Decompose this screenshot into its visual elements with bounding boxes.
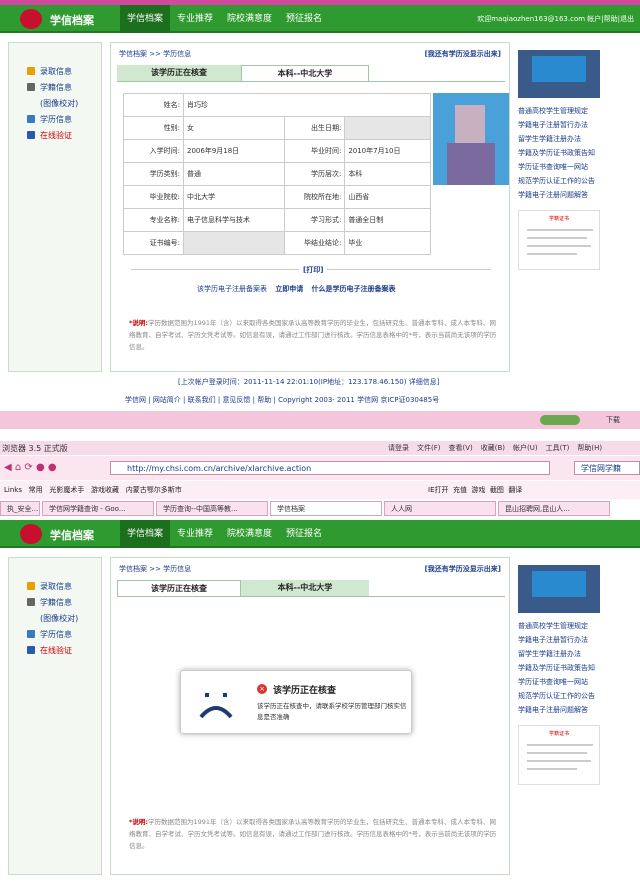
sad-face-icon [199, 693, 233, 719]
site-header: 学信档案 学信档案 专业推荐 院校满意度 预征报名 欢迎maqiaozhen16… [0, 5, 640, 33]
nav-school[interactable]: 院校满意度 [220, 5, 279, 33]
browser-title: 浏览器 3.5 正式版 [2, 444, 68, 453]
student-photo [433, 93, 509, 185]
sidebar: 录取信息 学籍信息 (图像校对) 学历信息 在线验证 [8, 42, 102, 372]
dialog-title: 该学历正在核查 [273, 686, 337, 696]
sidebar-item-roll[interactable]: 学籍信息 [9, 79, 101, 95]
birth-value [344, 116, 431, 140]
user-info[interactable]: 欢迎maqiaozhen163@163.com 帐户|帮助|退出 [477, 14, 634, 24]
download-label[interactable]: 下载 [606, 415, 620, 425]
reg-form-label: 该学历电子注册备案表 [197, 285, 267, 293]
search-box[interactable]: 学信网学籍 [574, 461, 640, 475]
right-links: 普通高校学生管理规定 学籍电子注册暂行办法 留学生学籍注册办法 学籍及学历证书政… [518, 107, 595, 199]
news-thumbnail[interactable] [518, 565, 600, 613]
note-text-2: *说明:学历数据范围为1991年（含）以来取得各类国家承认高等教育学历的毕业生，… [129, 818, 497, 850]
sidebar-item-degree[interactable]: 学历信息 [9, 111, 101, 127]
logo-icon [20, 524, 42, 544]
news-thumbnail[interactable] [518, 50, 600, 98]
browser-titlebar: 浏览器 3.5 正式版 请登录 文件(F) 查看(V) 收藏(B) 帐户(U) 工具(T)… [0, 441, 640, 455]
book-icon [27, 115, 35, 123]
record-table: 姓名: 肖巧珍 性别: 女出生日期: 入学时间: 2006年9月18日 毕业时间: 201… [123, 93, 431, 255]
site-header-2: 学信档案 学信档案 专业推荐 院校满意度 预征报名 [0, 520, 640, 548]
main-panel: 学信档案 >> 学历信息 [我还有学历没显示出来] 该学历正在核查 本科--中北… [110, 42, 510, 372]
nav-enlist[interactable]: 预征报名 [279, 5, 329, 33]
cert-value [182, 231, 286, 255]
certificate-thumbnail[interactable]: 学籍证书 [518, 210, 600, 270]
main-nav: 学信档案 专业推荐 院校满意度 预征报名 [120, 5, 329, 33]
verifying-dialog: × 该学历正在核查 该学历正在核查中，请联系学校学历管理部门核实信息是否准确 [180, 670, 412, 734]
name-value: 肖巧珍 [183, 93, 431, 117]
error-icon: × [257, 684, 267, 694]
nav-archive[interactable]: 学信档案 [120, 5, 171, 33]
browser-tabs: 执_安全... 学信网学籍查询 - Goo... 学历查询--中国高等教... 学信档… [0, 501, 640, 517]
print-link[interactable]: [打印] [299, 265, 328, 275]
note-text: *说明:学历数据范围为1991年（含）以来取得各类国家承认高等教育学历的毕业生，… [129, 319, 497, 351]
what-is-form-link[interactable]: 什么是学历电子注册备案表 [311, 285, 395, 293]
sidebar-item-photo[interactable]: (图像校对) [9, 95, 101, 111]
logo-text: 学信档案 [50, 14, 94, 27]
toggle-icon[interactable] [540, 415, 580, 425]
nav-buttons-icon[interactable]: ◀ ⌂ ⟳ ● ● [4, 462, 57, 473]
certificate-thumbnail[interactable]: 学籍证书 [518, 725, 600, 785]
missing-degree-link[interactable]: [我还有学历没显示出来] [425, 49, 501, 59]
verify-icon [27, 646, 35, 654]
sidebar-item-verify[interactable]: 在线验证 [9, 127, 101, 143]
breadcrumb[interactable]: 学信档案 >> 学历信息 [119, 49, 191, 59]
reg-links: 该学历电子注册备案表 立即申请 什么是学历电子注册备案表 [197, 284, 395, 294]
tab-verifying-active[interactable]: 该学历正在核查 [117, 580, 241, 596]
address-row: ◀ ⌂ ⟳ ● ● http://my.chsi.com.cn/archive/… [0, 456, 640, 480]
apply-now-link[interactable]: 立即申请 [275, 285, 303, 293]
book-icon [27, 630, 35, 638]
tab-bachelor[interactable]: 本科--中北大学 [241, 580, 369, 596]
footer-links: 学信网 | 网站简介 | 联系我们 | 意见反馈 | 帮助 | Copyrigh… [125, 396, 440, 404]
browser-menu: 请登录 文件(F) 查看(V) 收藏(B) 帐户(U) 工具(T) 帮助(H) [388, 444, 603, 452]
sidebar-item-admission[interactable]: 录取信息 [9, 63, 101, 79]
favorites-bar: Links 常用 光影魔术手 游戏收藏 内蒙古鄂尔多斯市 IE打开 充值 游戏 … [0, 481, 640, 499]
tab-verifying[interactable]: 该学历正在核查 [117, 65, 241, 81]
tab-bachelor[interactable]: 本科--中北大学 [241, 65, 369, 81]
nav-major[interactable]: 专业推荐 [170, 5, 220, 33]
doc-icon [27, 598, 35, 606]
address-bar[interactable]: http://my.chsi.com.cn/archive/xlarchive.… [110, 461, 550, 475]
last-login[interactable]: [上次帐户登录时间：2011-11-14 22:01:10(IP地址：123.1… [178, 377, 439, 387]
sidebar-2: 录取信息 学籍信息 (图像校对) 学历信息 在线验证 [8, 557, 102, 875]
medal-icon [27, 582, 35, 590]
status-bar: 下载 [0, 411, 640, 429]
medal-icon [27, 67, 35, 75]
dialog-text: 该学历正在核查中，请联系学校学历管理部门核实信息是否准确 [257, 702, 407, 721]
logo-icon [20, 9, 42, 29]
doc-icon [27, 83, 35, 91]
verify-icon [27, 131, 35, 139]
